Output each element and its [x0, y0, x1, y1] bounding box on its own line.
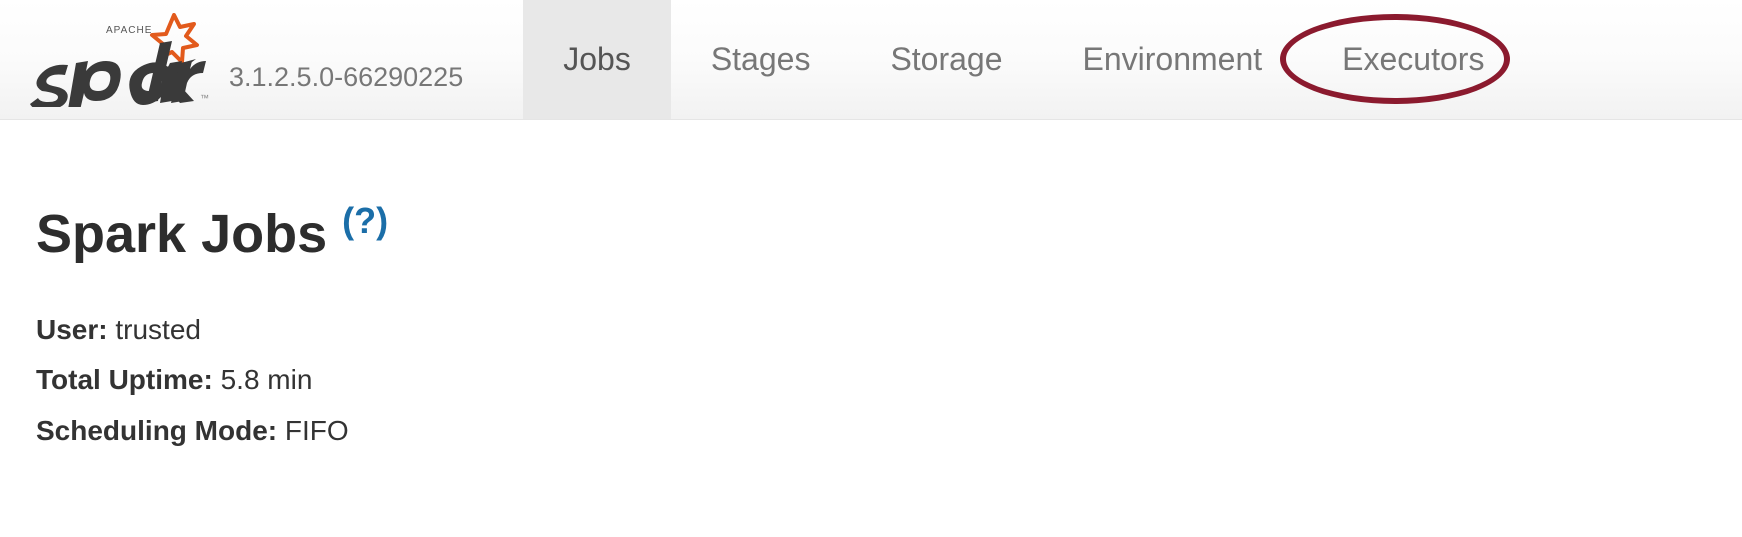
tab-executors[interactable]: Executors: [1302, 0, 1524, 119]
summary-sched: Scheduling Mode: FIFO: [36, 406, 1706, 456]
sched-label: Scheduling Mode:: [36, 415, 277, 446]
svg-text:™: ™: [200, 93, 209, 103]
summary-uptime: Total Uptime: 5.8 min: [36, 355, 1706, 405]
uptime-label: Total Uptime:: [36, 364, 213, 395]
sched-value: FIFO: [285, 415, 349, 446]
page-title-text: Spark Jobs: [36, 204, 342, 264]
brand-block: APACHE ™ 3.1.2.5.0-66290225: [30, 13, 463, 107]
summary-user: User: trusted: [36, 305, 1706, 355]
svg-text:APACHE: APACHE: [106, 25, 152, 36]
navbar: APACHE ™ 3.1.2.5.0-66290225 Jobs Stages …: [0, 0, 1742, 120]
tab-storage[interactable]: Storage: [850, 0, 1042, 119]
page-title: Spark Jobs (?): [36, 200, 1706, 265]
help-icon[interactable]: (?): [342, 200, 388, 241]
spark-logo-icon: APACHE ™: [30, 13, 215, 107]
nav-tabs: Jobs Stages Storage Environment Executor…: [523, 0, 1524, 119]
tab-jobs[interactable]: Jobs: [523, 0, 671, 119]
tab-executors-label: Executors: [1342, 41, 1484, 78]
version-text: 3.1.2.5.0-66290225: [229, 62, 463, 93]
user-value: trusted: [115, 314, 201, 345]
job-summary-list: User: trusted Total Uptime: 5.8 min Sche…: [36, 305, 1706, 456]
tab-stages[interactable]: Stages: [671, 0, 851, 119]
tab-environment[interactable]: Environment: [1043, 0, 1303, 119]
user-label: User:: [36, 314, 108, 345]
uptime-value: 5.8 min: [221, 364, 313, 395]
page-content: Spark Jobs (?) User: trusted Total Uptim…: [0, 120, 1742, 492]
